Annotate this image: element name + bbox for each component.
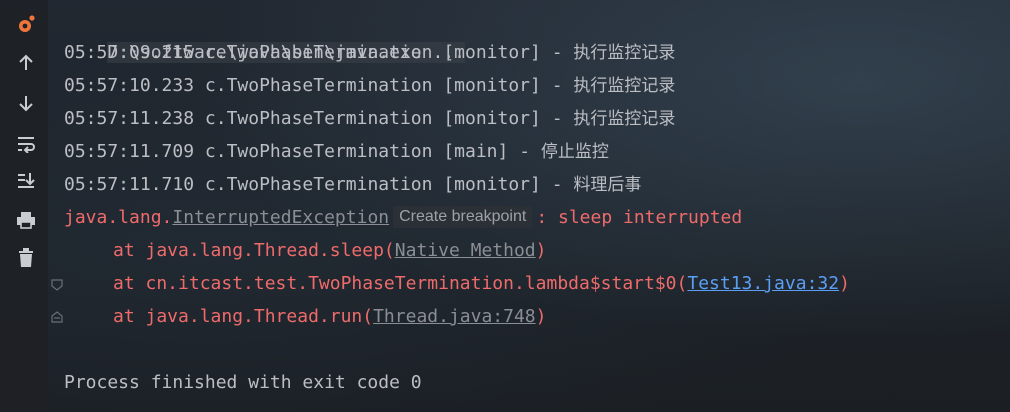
- log-line: 05:57:11.238 c.TwoPhaseTermination [moni…: [64, 102, 675, 135]
- print-icon[interactable]: [12, 206, 40, 234]
- log-time: 05:57:10.233: [64, 75, 195, 96]
- soft-wrap-icon[interactable]: [12, 130, 40, 158]
- stack-frame-close: ): [839, 273, 850, 294]
- log-message: 执行监控记录: [573, 76, 676, 96]
- log-separator: -: [519, 141, 531, 162]
- log-thread: [monitor]: [443, 108, 541, 129]
- log-message: 执行监控记录: [573, 43, 676, 63]
- log-separator: -: [551, 108, 563, 129]
- log-logger: c.TwoPhaseTermination: [204, 141, 433, 162]
- process-finished-line: Process finished with exit code 0: [64, 366, 422, 399]
- scroll-down-icon[interactable]: [12, 89, 40, 117]
- log-logger: c.TwoPhaseTermination: [204, 174, 433, 195]
- stack-frame-source-link[interactable]: Native Method: [395, 240, 536, 261]
- run-console: D:\software\java\bin\java.exe ... 05:57:…: [0, 0, 1010, 412]
- log-thread: [monitor]: [443, 174, 541, 195]
- log-thread: [monitor]: [443, 75, 541, 96]
- log-line: 05:57:11.710 c.TwoPhaseTermination [moni…: [64, 168, 641, 201]
- stack-frame-method: at cn.itcast.test.TwoPhaseTermination.la…: [113, 273, 688, 294]
- fold-end-icon[interactable]: [50, 310, 64, 324]
- console-toolbar: [0, 0, 48, 412]
- log-separator: -: [551, 42, 563, 63]
- stack-frame-method: at java.lang.Thread.sleep(: [113, 240, 395, 261]
- process-finished-text: Process finished with exit code 0: [64, 372, 422, 393]
- log-time: 05:57:11.710: [64, 174, 195, 195]
- log-thread: [main]: [443, 141, 509, 162]
- log-line: 05:57:10.233 c.TwoPhaseTermination [moni…: [64, 69, 675, 102]
- log-time: 05:57:11.238: [64, 108, 195, 129]
- log-logger: c.TwoPhaseTermination: [204, 75, 433, 96]
- stack-frame-source-link[interactable]: Thread.java:748: [373, 306, 536, 327]
- exception-package: java.lang.: [64, 207, 173, 228]
- create-breakpoint-hint[interactable]: Create breakpoint: [393, 206, 533, 228]
- clear-icon[interactable]: [12, 244, 40, 272]
- stack-frame-source-link[interactable]: Test13.java:32: [687, 273, 839, 294]
- scroll-to-end-icon[interactable]: [12, 166, 40, 194]
- stack-frame: at java.lang.Thread.sleep(Native Method): [113, 234, 547, 267]
- log-separator: -: [551, 174, 563, 195]
- log-line: 05:57:11.709 c.TwoPhaseTermination [main…: [64, 135, 609, 168]
- log-line: 05:57:09.215 c.TwoPhaseTermination [moni…: [64, 36, 675, 69]
- stack-frame-close: ): [535, 240, 547, 261]
- stack-frame-method: at java.lang.Thread.run(: [113, 306, 374, 327]
- stack-frame: at cn.itcast.test.TwoPhaseTermination.la…: [113, 267, 850, 300]
- log-logger: c.TwoPhaseTermination: [204, 42, 433, 63]
- log-message: 料理后事: [573, 175, 642, 195]
- stack-frame-close: ): [535, 306, 547, 327]
- log-thread: [monitor]: [443, 42, 541, 63]
- log-message: 执行监控记录: [573, 109, 676, 129]
- exception-class-link[interactable]: InterruptedException: [172, 207, 389, 228]
- log-time: 05:57:11.709: [64, 141, 195, 162]
- stack-frame: at java.lang.Thread.run(Thread.java:748): [113, 300, 547, 333]
- exception-message: : sleep interrupted: [536, 207, 743, 228]
- log-time: 05:57:09.215: [64, 42, 195, 63]
- scroll-up-icon[interactable]: [12, 49, 40, 77]
- fold-start-icon[interactable]: [50, 278, 64, 292]
- exception-line: java.lang.InterruptedException Create bre…: [64, 201, 742, 234]
- log-separator: -: [551, 75, 563, 96]
- rerun-icon[interactable]: [12, 10, 40, 38]
- log-message: 停止监控: [540, 142, 609, 162]
- log-logger: c.TwoPhaseTermination: [204, 108, 433, 129]
- command-line: D:\software\java\bin\java.exe ...: [64, 3, 465, 63]
